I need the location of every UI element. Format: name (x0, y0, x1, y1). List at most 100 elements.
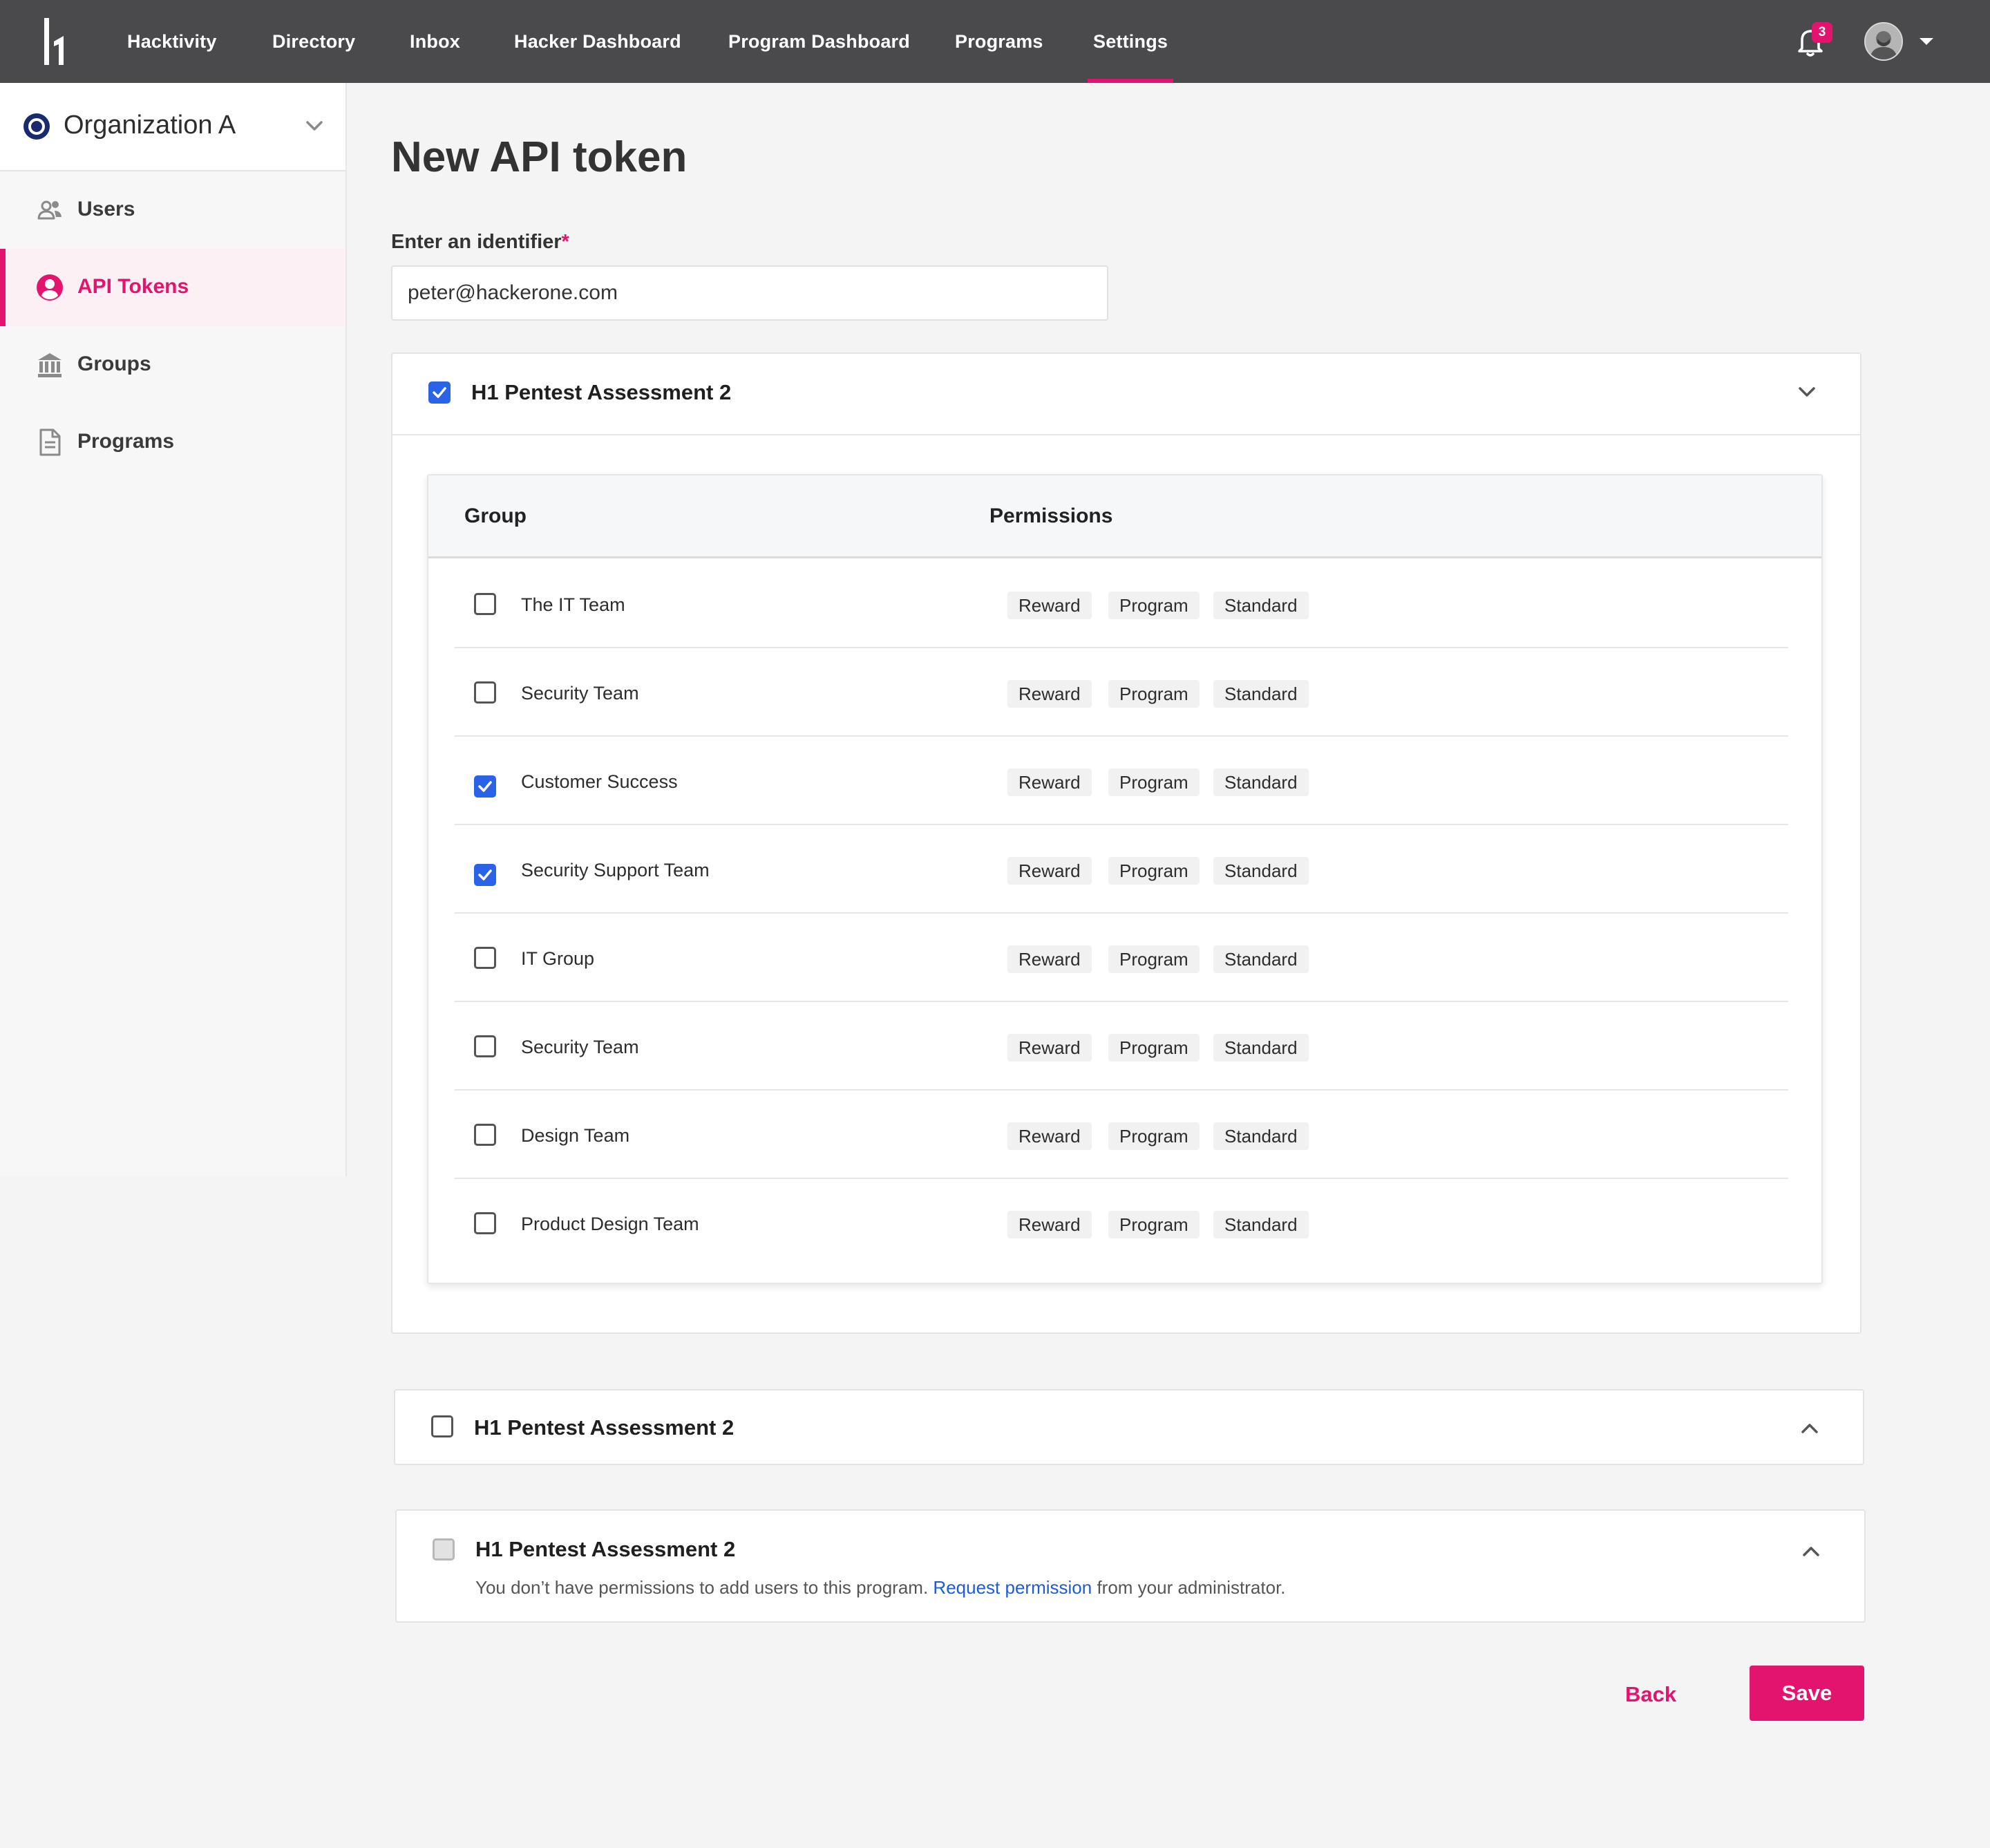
table-row: The IT Team Reward Program Standard (455, 560, 1788, 648)
table-row: Security Team Reward Program Standard (455, 648, 1788, 737)
group-name: Security Team (521, 683, 639, 704)
bank-icon (38, 353, 61, 377)
nav-settings[interactable]: Settings (1087, 0, 1174, 83)
table-row: Security Team Reward Program Standard (455, 1002, 1788, 1091)
request-permission-link[interactable]: Request permission (933, 1577, 1092, 1598)
sidebar-item-groups[interactable]: Groups (0, 326, 345, 404)
permission-tag: Standard (1213, 680, 1309, 708)
column-header-permissions: Permissions (989, 505, 1113, 527)
permission-tag: Reward (1007, 769, 1092, 796)
identifier-input[interactable] (391, 265, 1108, 321)
nav-inbox[interactable]: Inbox (410, 0, 460, 83)
group-checkbox[interactable] (474, 864, 496, 886)
table-row: IT Group Reward Program Standard (455, 914, 1788, 1002)
group-checkbox[interactable] (474, 1035, 496, 1057)
permission-tag: Standard (1213, 1122, 1309, 1150)
users-icon (37, 200, 61, 220)
organization-logo-icon (23, 113, 50, 140)
caret-down-icon[interactable] (1918, 35, 1935, 48)
column-header-group: Group (464, 505, 527, 527)
group-checkbox[interactable] (474, 1212, 496, 1234)
hackerone-logo[interactable] (39, 18, 72, 65)
program-title: H1 Pentest Assessment 2 (474, 1415, 735, 1440)
group-name: The IT Team (521, 594, 625, 615)
group-name: Customer Success (521, 771, 678, 792)
groups-table: Group Permissions The IT Team Reward Progr… (427, 474, 1823, 1284)
permission-tag: Program (1108, 1211, 1200, 1238)
permission-tag: Standard (1213, 1211, 1309, 1238)
document-icon (39, 428, 61, 456)
permission-tag: Program (1108, 680, 1200, 708)
nav-hacker-dashboard[interactable]: Hacker Dashboard (514, 0, 681, 83)
chevron-up-icon[interactable] (1801, 1544, 1821, 1558)
sidebar-item-programs[interactable]: Programs (0, 404, 345, 481)
organization-name: Organization A (64, 111, 236, 140)
permission-tag: Program (1108, 1034, 1200, 1062)
table-row: Security Support Team Reward Program Standa… (455, 825, 1788, 914)
permission-tag: Reward (1007, 592, 1092, 619)
required-asterisk: * (561, 231, 569, 253)
permission-tag: Reward (1007, 680, 1092, 708)
sidebar-item-api-tokens[interactable]: API Tokens (0, 249, 345, 326)
card-divider (392, 434, 1860, 435)
save-button[interactable]: Save (1750, 1666, 1864, 1721)
group-name: Security Team (521, 1037, 639, 1057)
page-title: New API token (391, 133, 688, 181)
program-checkbox[interactable] (428, 381, 451, 404)
permission-tag: Standard (1213, 945, 1309, 973)
nav-program-dashboard[interactable]: Program Dashboard (728, 0, 910, 83)
avatar[interactable] (1864, 22, 1903, 61)
program-checkbox-disabled (433, 1538, 455, 1561)
permission-tag: Program (1108, 769, 1200, 796)
nav-directory[interactable]: Directory (272, 0, 355, 83)
sidebar-item-label: Users (77, 198, 135, 220)
permission-note: You don’t have permissions to add users … (475, 1577, 1286, 1598)
program-title: H1 Pentest Assessment 2 (475, 1537, 736, 1561)
group-checkbox[interactable] (474, 947, 496, 969)
program-title: H1 Pentest Assessment 2 (471, 380, 732, 404)
sidebar-item-label: API Tokens (77, 275, 189, 298)
program-card-collapsed[interactable]: H1 Pentest Assessment 2 (394, 1389, 1864, 1465)
identifier-label: Enter an identifier* (391, 231, 569, 253)
nav-programs[interactable]: Programs (955, 0, 1043, 83)
permission-tag: Standard (1213, 769, 1309, 796)
group-name: Design Team (521, 1125, 630, 1146)
permission-tag: Program (1108, 1122, 1200, 1150)
organization-switcher[interactable]: Organization A (0, 83, 345, 171)
sidebar: Organization A Users API Tokens Groups P… (0, 83, 347, 1176)
permission-tag: Program (1108, 945, 1200, 973)
group-checkbox[interactable] (474, 593, 496, 615)
permission-tag: Program (1108, 592, 1200, 619)
group-checkbox[interactable] (474, 1124, 496, 1146)
permission-tag: Reward (1007, 945, 1092, 973)
table-row: Customer Success Reward Program Standard (455, 737, 1788, 825)
notification-count-badge: 3 (1812, 22, 1832, 43)
back-button[interactable]: Back (1625, 1667, 1676, 1722)
table-header: Group Permissions (428, 475, 1821, 558)
group-checkbox[interactable] (474, 775, 496, 798)
sidebar-item-label: Programs (77, 430, 175, 453)
sidebar-item-users[interactable]: Users (0, 171, 345, 249)
group-checkbox[interactable] (474, 681, 496, 704)
group-name: Security Support Team (521, 860, 710, 880)
top-navigation-bar: Hacktivity Directory Inbox Hacker Dashbo… (0, 0, 1990, 83)
permission-tag: Standard (1213, 857, 1309, 885)
chevron-down-icon[interactable] (1797, 386, 1817, 399)
permission-tag: Reward (1007, 857, 1092, 885)
nav-hacktivity[interactable]: Hacktivity (127, 0, 217, 83)
program-checkbox[interactable] (431, 1415, 453, 1437)
group-name: IT Group (521, 948, 595, 969)
chevron-up-icon[interactable] (1799, 1421, 1820, 1435)
user-circle-icon (37, 274, 63, 301)
permission-tag: Standard (1213, 592, 1309, 619)
program-card-disabled: H1 Pentest Assessment 2 (395, 1509, 1866, 1623)
permission-tag: Reward (1007, 1034, 1092, 1062)
chevron-down-icon[interactable] (304, 117, 325, 134)
permission-tag: Standard (1213, 1034, 1309, 1062)
permission-tag: Reward (1007, 1122, 1092, 1150)
group-name: Product Design Team (521, 1214, 699, 1234)
permission-tag: Program (1108, 857, 1200, 885)
permission-tag: Reward (1007, 1211, 1092, 1238)
table-row: Design Team Reward Program Standard (455, 1091, 1788, 1179)
sidebar-item-label: Groups (77, 352, 151, 375)
